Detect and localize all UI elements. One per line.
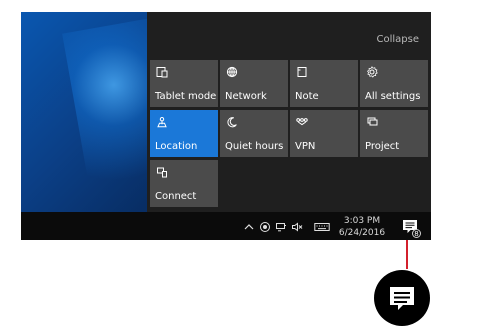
action-center-panel: Collapse Tablet mode Network Note All se… xyxy=(147,12,431,212)
callout-connector xyxy=(406,240,408,269)
note-icon xyxy=(297,67,307,77)
location-icon xyxy=(157,117,167,128)
project-display-icon xyxy=(367,117,378,126)
tile-label: Quiet hours xyxy=(225,141,284,152)
clock-date: 6/24/2016 xyxy=(338,228,386,238)
tile-note[interactable]: Note xyxy=(290,60,358,107)
record-icon[interactable] xyxy=(259,221,271,233)
tile-label: Location xyxy=(155,141,198,152)
desktop-wallpaper xyxy=(21,12,147,212)
quiet-hours-moon-icon xyxy=(227,117,237,128)
action-center-callout xyxy=(374,270,430,326)
tile-label: VPN xyxy=(295,141,316,152)
volume-muted-icon[interactable] xyxy=(291,221,303,233)
tile-label: All settings xyxy=(365,91,421,102)
notification-count-badge: 8 xyxy=(412,229,421,238)
tile-all-settings[interactable]: All settings xyxy=(360,60,428,107)
tile-network[interactable]: Network xyxy=(220,60,288,107)
clock-time: 3:03 PM xyxy=(343,216,381,226)
action-center-tray-button[interactable]: 8 xyxy=(401,218,421,238)
tile-quiet-hours[interactable]: Quiet hours xyxy=(220,110,288,157)
tile-location[interactable]: Location xyxy=(150,110,218,157)
tablet-mode-icon xyxy=(156,67,168,78)
chevron-up-icon[interactable] xyxy=(243,221,255,233)
tile-label: Project xyxy=(365,141,400,152)
keyboard-icon[interactable] xyxy=(314,221,330,233)
tile-vpn[interactable]: VPN xyxy=(290,110,358,157)
tile-connect[interactable]: Connect xyxy=(150,160,218,207)
collapse-link[interactable]: Collapse xyxy=(377,34,420,45)
connect-icon xyxy=(157,167,167,178)
clock[interactable]: 3:03 PM 6/24/2016 xyxy=(337,215,387,239)
network-icon xyxy=(226,66,238,78)
tile-label: Connect xyxy=(155,191,197,202)
taskbar: 3:03 PM 6/24/2016 8 xyxy=(21,212,431,240)
settings-gear-icon xyxy=(367,66,378,78)
tile-tablet-mode[interactable]: Tablet mode xyxy=(150,60,218,107)
vpn-icon xyxy=(296,118,308,126)
power-plug-icon[interactable] xyxy=(275,221,287,233)
tile-label: Tablet mode xyxy=(155,91,217,102)
tile-label: Note xyxy=(295,91,319,102)
notifications-icon xyxy=(390,287,414,310)
tile-project[interactable]: Project xyxy=(360,110,428,157)
tile-label: Network xyxy=(225,91,267,102)
